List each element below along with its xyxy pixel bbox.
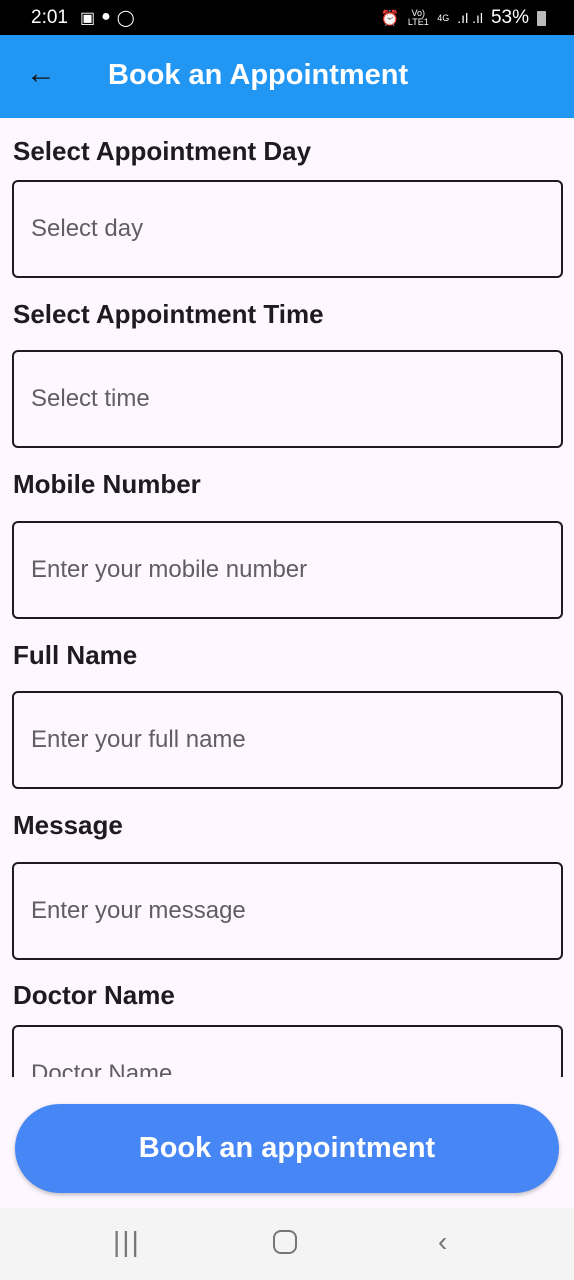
- form-scroll-area[interactable]: Select Appointment Day Select day Select…: [0, 118, 574, 1077]
- time-select[interactable]: Select time: [12, 350, 563, 448]
- message-label: Message: [13, 810, 123, 840]
- whatsapp-icon: ◯: [116, 10, 135, 27]
- fullname-placeholder: Enter your full name: [31, 726, 246, 753]
- book-appointment-button[interactable]: Book an appointment: [15, 1104, 559, 1193]
- battery-level: 53%: [490, 7, 529, 28]
- doctor-label: Doctor Name: [13, 980, 175, 1010]
- alarm-icon: ⏰: [380, 10, 400, 27]
- battery-icon: [537, 10, 546, 26]
- signal-icon: .ıl .ıl: [457, 10, 483, 26]
- system-nav-bar: ||| ‹: [0, 1208, 574, 1280]
- app-bar: ← Book an Appointment: [0, 35, 574, 118]
- chat-icon: ●: [101, 8, 111, 25]
- network-indicator: 4G: [437, 12, 450, 23]
- message-placeholder: Enter your message: [31, 897, 246, 924]
- time-label: Select Appointment Time: [13, 299, 324, 329]
- recent-apps-icon[interactable]: |||: [113, 1226, 141, 1258]
- status-bar: 2:01 ▣ ● ◯ ⏰ Vo) LTE1 4G .ıl .ıl 53%: [0, 0, 574, 35]
- fullname-input[interactable]: Enter your full name: [12, 691, 563, 789]
- gallery-icon: ▣: [80, 10, 96, 27]
- back-nav-icon[interactable]: ‹: [438, 1226, 447, 1258]
- mobile-input[interactable]: Enter your mobile number: [12, 521, 563, 619]
- mobile-label: Mobile Number: [13, 469, 201, 499]
- page-title: Book an Appointment: [108, 59, 409, 91]
- doctor-placeholder: Doctor Name: [31, 1060, 173, 1077]
- mobile-placeholder: Enter your mobile number: [31, 556, 308, 583]
- doctor-input[interactable]: Doctor Name: [12, 1025, 563, 1077]
- home-icon[interactable]: [273, 1230, 297, 1254]
- day-label: Select Appointment Day: [13, 136, 312, 166]
- time-placeholder: Select time: [31, 385, 150, 412]
- arrow-left-icon[interactable]: ←: [26, 57, 56, 91]
- day-placeholder: Select day: [31, 215, 144, 242]
- volte-indicator: Vo) LTE1: [407, 8, 429, 27]
- fullname-label: Full Name: [13, 640, 138, 670]
- day-select[interactable]: Select day: [12, 180, 563, 278]
- message-input[interactable]: Enter your message: [12, 862, 563, 960]
- status-time: 2:01: [31, 7, 68, 28]
